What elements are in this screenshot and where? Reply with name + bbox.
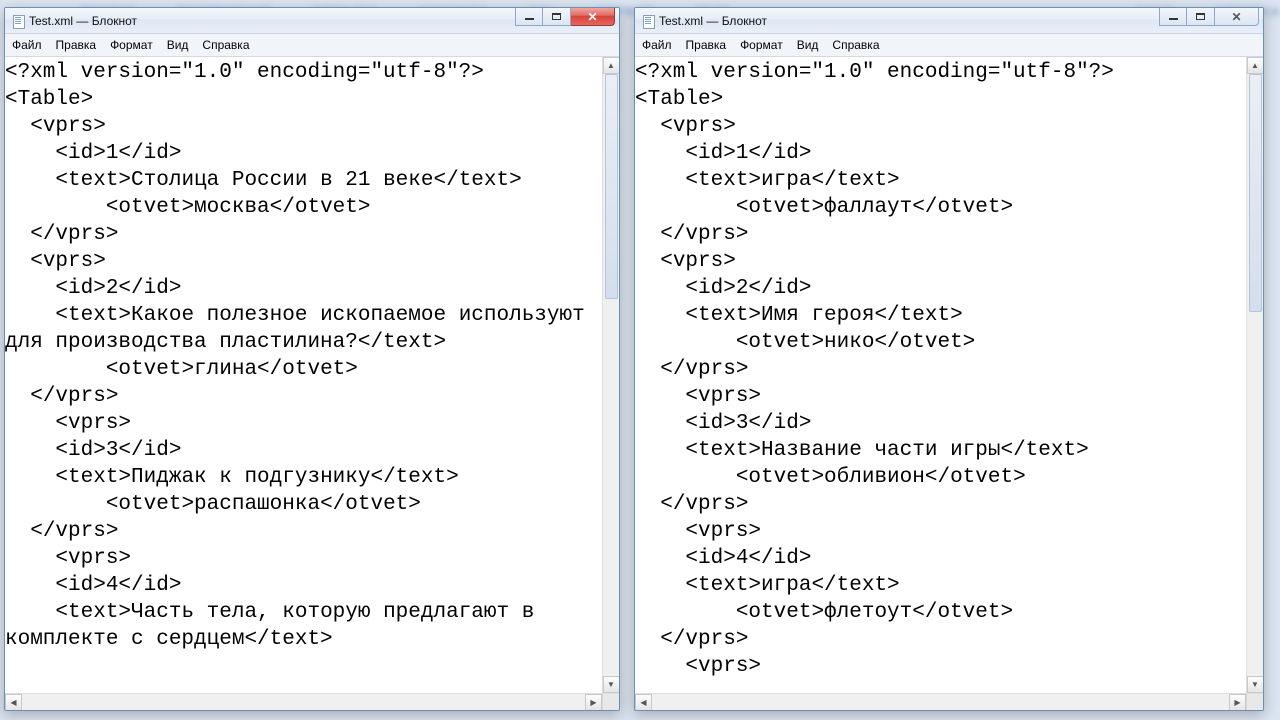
document-icon bbox=[11, 14, 25, 28]
menu-view[interactable]: Вид bbox=[160, 34, 196, 56]
scroll-thumb[interactable] bbox=[605, 74, 618, 299]
menu-file[interactable]: Файл bbox=[5, 34, 49, 56]
scroll-up-button[interactable]: ▲ bbox=[1247, 57, 1264, 74]
scroll-right-button[interactable]: ▶ bbox=[585, 694, 602, 711]
horizontal-scrollbar[interactable]: ◀ ▶ bbox=[635, 693, 1263, 710]
maximize-button[interactable] bbox=[543, 8, 571, 26]
scroll-track[interactable] bbox=[603, 74, 619, 676]
menu-help[interactable]: Справка bbox=[195, 34, 256, 56]
scroll-right-button[interactable]: ▶ bbox=[1229, 694, 1246, 711]
titlebar[interactable]: Test.xml — Блокнот ✕ bbox=[5, 8, 619, 34]
menu-format[interactable]: Формат bbox=[733, 34, 790, 56]
menu-help[interactable]: Справка bbox=[825, 34, 886, 56]
minimize-button[interactable] bbox=[515, 8, 543, 26]
close-button[interactable]: ✕ bbox=[571, 8, 615, 26]
window-title: Test.xml — Блокнот bbox=[659, 14, 767, 28]
scroll-left-button[interactable]: ◀ bbox=[635, 694, 652, 711]
menu-view[interactable]: Вид bbox=[790, 34, 826, 56]
scroll-thumb[interactable] bbox=[1249, 74, 1262, 312]
scroll-down-button[interactable]: ▼ bbox=[603, 676, 620, 693]
text-editor-content[interactable]: <?xml version="1.0" encoding="utf-8"?> <… bbox=[5, 57, 602, 693]
scroll-up-button[interactable]: ▲ bbox=[603, 57, 620, 74]
scroll-track[interactable] bbox=[1247, 74, 1263, 676]
menu-edit[interactable]: Правка bbox=[49, 34, 104, 56]
horizontal-scrollbar[interactable]: ◀ ▶ bbox=[5, 693, 619, 710]
scroll-down-button[interactable]: ▼ bbox=[1247, 676, 1264, 693]
scroll-left-button[interactable]: ◀ bbox=[5, 694, 22, 711]
document-icon bbox=[641, 14, 655, 28]
vertical-scrollbar[interactable]: ▲ ▼ bbox=[1246, 57, 1263, 693]
close-button[interactable]: ✕ bbox=[1215, 8, 1259, 26]
menu-format[interactable]: Формат bbox=[103, 34, 160, 56]
notepad-window-left: Test.xml — Блокнот ✕ Файл Правка Формат … bbox=[4, 7, 620, 711]
menubar: Файл Правка Формат Вид Справка bbox=[635, 34, 1263, 57]
text-editor-content[interactable]: <?xml version="1.0" encoding="utf-8"?> <… bbox=[635, 57, 1246, 693]
minimize-button[interactable] bbox=[1159, 8, 1187, 26]
maximize-button[interactable] bbox=[1187, 8, 1215, 26]
menu-edit[interactable]: Правка bbox=[679, 34, 734, 56]
menubar: Файл Правка Формат Вид Справка bbox=[5, 34, 619, 57]
titlebar[interactable]: Test.xml — Блокнот ✕ bbox=[635, 8, 1263, 34]
window-title: Test.xml — Блокнот bbox=[29, 14, 137, 28]
notepad-window-right: Test.xml — Блокнот ✕ Файл Правка Формат … bbox=[634, 7, 1264, 711]
menu-file[interactable]: Файл bbox=[635, 34, 679, 56]
vertical-scrollbar[interactable]: ▲ ▼ bbox=[602, 57, 619, 693]
